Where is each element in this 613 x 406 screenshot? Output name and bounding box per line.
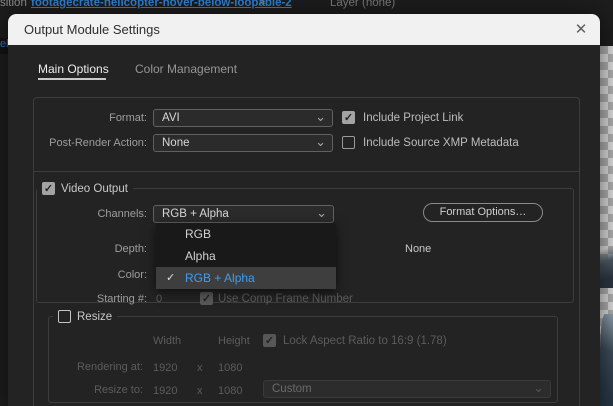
format-dropdown-value: AVI	[162, 112, 180, 124]
chevron-down-icon: ⌄	[533, 381, 544, 395]
screen: sition footagecrate-helicopter-hover-bel…	[0, 0, 613, 406]
resize-height-value: 1080	[218, 385, 242, 397]
include-xmp-label: Include Source XMP Metadata	[363, 134, 519, 152]
rendering-height-value: 1080	[218, 362, 242, 374]
chevron-down-icon: ⌄	[315, 135, 326, 149]
dropdown-option-rgb-alpha-label: RGB + Alpha	[185, 271, 255, 285]
post-render-action-value: None	[162, 137, 190, 149]
output-module-settings-dialog: Output Module Settings ✕ Main Options Co…	[8, 14, 600, 406]
dialog-header[interactable]: Output Module Settings ✕	[8, 14, 600, 45]
color-label: Color:	[8, 266, 147, 284]
starting-number-label: Starting #:	[8, 290, 147, 308]
app-top-bar: sition footagecrate-helicopter-hover-bel…	[0, 0, 613, 14]
include-project-link-label: Include Project Link	[363, 109, 463, 127]
format-label: Format:	[8, 109, 147, 127]
include-xmp-checkbox[interactable]	[342, 136, 355, 149]
format-options-button[interactable]: Format Options…	[423, 203, 543, 222]
format-dropdown[interactable]: AVI ⌄	[153, 109, 333, 127]
chevron-down-icon: ⌄	[315, 110, 326, 124]
dialog-title: Output Module Settings	[24, 22, 160, 37]
background-text-fragment: el	[0, 38, 8, 54]
layer-label: Layer	[330, 0, 359, 9]
check-icon: ✓	[166, 267, 175, 289]
resize-checkbox[interactable]	[58, 310, 71, 323]
use-comp-frame-label: Use Comp Frame Number	[218, 290, 353, 308]
background-dark-area	[600, 14, 613, 46]
video-output-label: Video Output	[61, 183, 128, 195]
layer-value: (none)	[362, 0, 395, 9]
lock-aspect-ratio-checkbox: ✓	[263, 334, 276, 347]
times-glyph: x	[197, 385, 203, 397]
dropdown-option-rgb-alpha[interactable]: ✓ RGB + Alpha	[156, 267, 336, 289]
hamburger-menu-icon[interactable]: ≡	[259, 0, 266, 8]
channels-label: Channels:	[8, 205, 147, 223]
depth-label: Depth:	[8, 240, 147, 258]
rendering-at-label: Rendering at:	[8, 358, 143, 376]
panel-separator	[33, 171, 580, 172]
channels-dropdown-value: RGB + Alpha	[162, 208, 229, 220]
lock-aspect-ratio-label: Lock Aspect Ratio to 16:9 (1.78)	[283, 332, 447, 350]
video-output-checkbox[interactable]: ✓	[42, 182, 55, 195]
composition-name-link[interactable]: footagecrate-helicopter-hover-below-loop…	[31, 0, 292, 9]
resize-to-label: Resize to:	[8, 381, 143, 399]
chevron-down-icon: ⌄	[316, 206, 327, 220]
width-header: Width	[153, 335, 181, 347]
channels-dropdown-list: RGB Alpha ✓ RGB + Alpha	[156, 223, 336, 289]
video-output-legend: ✓ Video Output	[37, 181, 133, 196]
background-transparency-strip	[600, 14, 613, 406]
dropdown-option-rgb[interactable]: RGB	[156, 223, 336, 245]
post-render-action-label: Post-Render Action:	[8, 134, 147, 152]
channels-dropdown[interactable]: RGB + Alpha ⌄	[153, 205, 334, 223]
resize-preset-dropdown: Custom ⌄	[263, 380, 551, 398]
times-glyph: x	[197, 362, 203, 374]
resize-preset-value: Custom	[272, 383, 312, 395]
background-image-fragment	[600, 314, 613, 406]
resize-width-value: 1920	[153, 385, 177, 397]
close-icon[interactable]: ✕	[570, 20, 592, 40]
starting-number-value: 0	[156, 293, 162, 305]
depth-right-value: None	[405, 243, 431, 255]
use-comp-frame-checkbox: ✓	[200, 292, 213, 305]
resize-legend: Resize	[53, 309, 117, 324]
tab-main-options[interactable]: Main Options	[38, 62, 109, 76]
background-image-fragment	[600, 240, 613, 288]
dropdown-option-alpha[interactable]: Alpha	[156, 245, 336, 267]
active-tab-underline	[38, 78, 106, 80]
tab-color-management[interactable]: Color Management	[135, 62, 237, 76]
include-project-link-checkbox[interactable]: ✓	[342, 111, 355, 124]
rendering-width-value: 1920	[153, 362, 177, 374]
post-render-action-dropdown[interactable]: None ⌄	[153, 134, 333, 152]
breadcrumb: sition	[0, 0, 27, 9]
resize-label: Resize	[77, 311, 112, 323]
height-header: Height	[218, 335, 250, 347]
